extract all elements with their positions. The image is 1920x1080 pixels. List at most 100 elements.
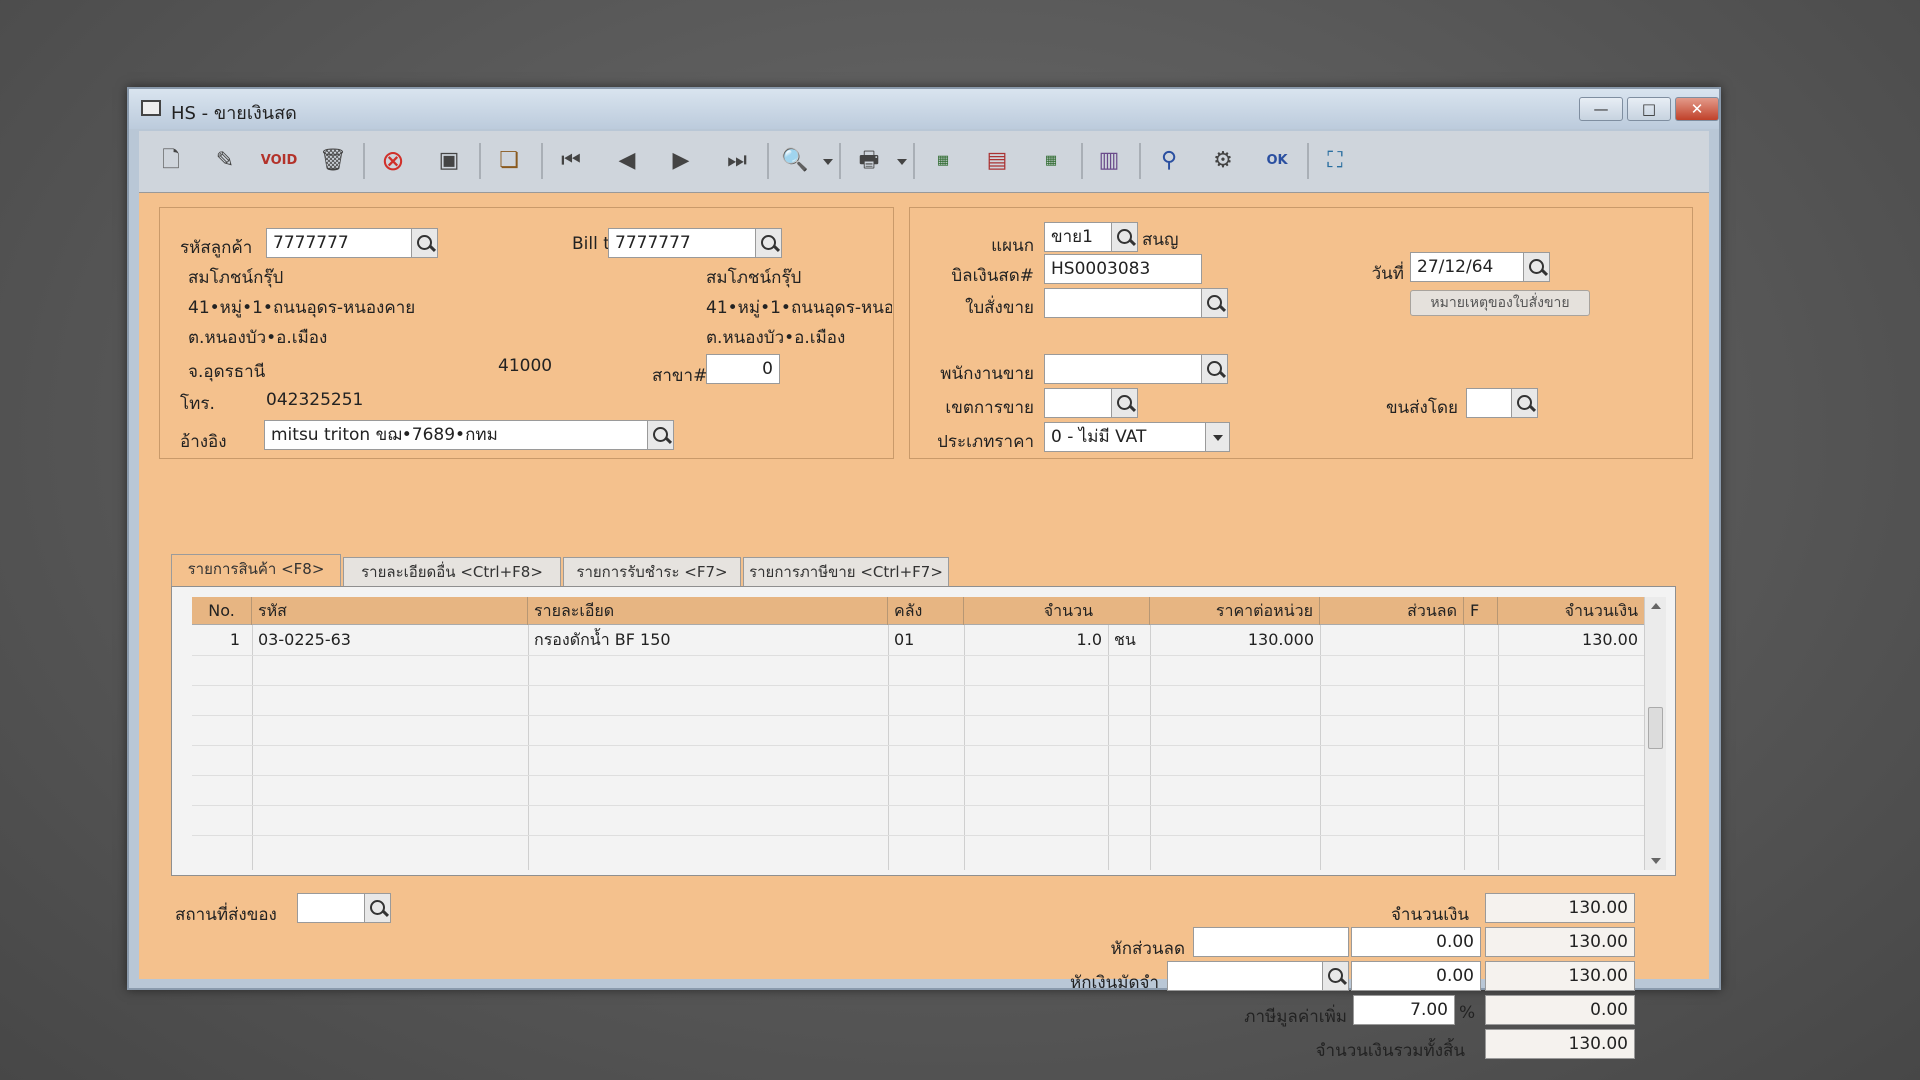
print-dropdown-icon[interactable] [897,159,907,165]
sales-order-note-button[interactable]: หมายเหตุของใบสั่งขาย [1410,290,1590,316]
col-amount[interactable]: จำนวนเงิน [1498,597,1644,625]
copy-document-icon[interactable]: ❏ [489,141,529,181]
customer-code-input[interactable]: 7777777 [266,228,412,258]
ship-by-input[interactable] [1466,388,1512,418]
tab-sales-tax[interactable]: รายการภาษีขาย <Ctrl+F7> [743,557,949,587]
department-search-icon[interactable] [1112,222,1138,252]
grand-total-label: จำนวนเงินรวมทั้งสิ้น [1315,1041,1465,1061]
date-picker-icon[interactable] [1524,252,1550,282]
row-code[interactable]: 03-0225-63 [252,625,528,655]
document-panel: แผนก ขาย1 สนญ บิลเงินสด# HS0003083 วันที… [909,207,1693,459]
trash-icon[interactable]: 🗑 [313,141,353,181]
customer-address1: 41•หมู่•1•ถนนอุดร-หนองคาย [188,298,416,318]
approve-user-icon[interactable]: ⚲ [1149,141,1189,181]
discount-input[interactable]: 0.00 [1351,927,1481,957]
form-content: รหัสลูกค้า 7777777 สมโภชน์กรุ๊ป 41•หมู่•… [139,193,1709,1061]
tab-other-details[interactable]: รายละเอียดอื่น <Ctrl+F8> [343,557,561,587]
app-icon [141,100,161,116]
branch-label: สาขา# [652,366,708,386]
vat-value: 0.00 [1485,995,1635,1025]
ship-by-search-icon[interactable] [1512,388,1538,418]
sales-area-input[interactable] [1044,388,1112,418]
discount-label: หักส่วนลด [1110,939,1186,959]
cash-bill-label: บิลเงินสด# [951,266,1034,286]
reference-input[interactable]: mitsu triton ขฌ•7689•กทม [264,420,648,450]
ship-place-input[interactable] [297,893,365,923]
row-discount[interactable] [1320,625,1464,655]
printer-icon[interactable]: 🖶 [849,141,889,181]
vat-rate-input[interactable]: 7.00 [1353,995,1455,1025]
network-icon[interactable]: ⛶ [1315,141,1355,181]
new-document-icon[interactable]: 🗋 [151,141,191,181]
branch-input[interactable]: 0 [706,354,780,384]
so-icon[interactable]: ▦ [1031,141,1071,181]
find-icon[interactable]: 🔍 [775,141,815,181]
minimize-button[interactable]: — [1579,97,1623,121]
cash-bill-input[interactable]: HS0003083 [1044,254,1202,284]
col-unit-price[interactable]: ราคาต่อหน่วย [1150,597,1320,625]
tab-payments[interactable]: รายการรับชำระ <F7> [563,557,741,587]
items-grid: No. รหัส รายละเอียด คลัง จำนวน ราคาต่อหน… [171,586,1676,876]
bill-to-code-input[interactable]: 7777777 [608,228,756,258]
next-record-icon[interactable]: ▶ [661,141,701,181]
sales-area-search-icon[interactable] [1112,388,1138,418]
customer-phone: 042325251 [266,390,364,410]
salesman-input[interactable] [1044,354,1202,384]
cancel-icon[interactable]: ⊗ [373,141,413,181]
row-unit[interactable]: ชน [1108,625,1150,655]
recurring-icon[interactable]: ▥ [1089,141,1129,181]
tab-items[interactable]: รายการสินค้า <F8> [171,554,341,587]
deposit-text-input[interactable] [1167,961,1323,991]
col-code[interactable]: รหัส [252,597,528,625]
col-flag[interactable]: F [1464,597,1498,625]
row-unit-price[interactable]: 130.000 [1150,625,1320,655]
amount-value: 130.00 [1485,893,1635,923]
grid-scrollbar[interactable] [1644,597,1666,870]
row-quantity[interactable]: 1.0 [964,625,1108,655]
department-input[interactable]: ขาย1 [1044,222,1112,252]
sales-order-label: ใบสั่งขาย [965,298,1034,318]
scroll-thumb[interactable] [1648,707,1663,749]
document-list-icon[interactable]: ▤ [977,141,1017,181]
ship-place-search-icon[interactable] [365,893,391,923]
price-type-select[interactable]: 0 - ไม่มี VAT [1044,422,1206,452]
row-warehouse[interactable]: 01 [888,625,964,655]
row-description[interactable]: กรองดักน้ำ BF 150 [528,625,888,655]
previous-record-icon[interactable]: ◀ [607,141,647,181]
void-stamp-icon[interactable]: VOID [259,141,299,181]
chevron-down-icon[interactable] [1206,422,1230,452]
row-amount[interactable]: 130.00 [1498,625,1644,655]
customer-search-icon[interactable] [412,228,438,258]
edit-icon[interactable]: ✎ [205,141,245,181]
salesman-search-icon[interactable] [1202,354,1228,384]
ok-icon[interactable]: OK [1257,141,1297,181]
last-record-icon[interactable]: ⏭ [717,141,757,181]
col-quantity[interactable]: จำนวน [964,597,1150,625]
scroll-down-icon[interactable] [1651,858,1661,864]
deposit-input[interactable]: 0.00 [1351,961,1481,991]
first-record-icon[interactable]: ⏮ [551,141,591,181]
col-description[interactable]: รายละเอียด [528,597,888,625]
save-disk-icon[interactable]: ▣ [429,141,469,181]
row-flag[interactable] [1464,625,1498,655]
find-dropdown-icon[interactable] [823,159,833,165]
phone-label: โทร. [180,394,215,414]
maximize-button[interactable]: □ [1627,97,1671,121]
bill-to-address2: ต.หนองบัว•อ.เมือง [706,328,846,348]
title-bar[interactable]: HS - ขายเงินสด — □ ✕ [129,89,1719,129]
discount-text-input[interactable] [1193,927,1349,957]
col-no[interactable]: No. [192,597,252,625]
col-warehouse[interactable]: คลัง [888,597,964,625]
close-button[interactable]: ✕ [1675,97,1719,121]
sales-order-icon[interactable]: ▦ [923,141,963,181]
sales-order-search-icon[interactable] [1202,288,1228,318]
tools-icon[interactable]: ⚙ [1203,141,1243,181]
date-input[interactable]: 27/12/64 [1410,252,1524,282]
bill-to-search-icon[interactable] [756,228,782,258]
row-no: 1 [229,630,240,649]
scroll-up-icon[interactable] [1651,603,1661,609]
deposit-search-icon[interactable] [1323,961,1349,991]
col-discount[interactable]: ส่วนลด [1320,597,1464,625]
sales-order-input[interactable] [1044,288,1202,318]
reference-search-icon[interactable] [648,420,674,450]
